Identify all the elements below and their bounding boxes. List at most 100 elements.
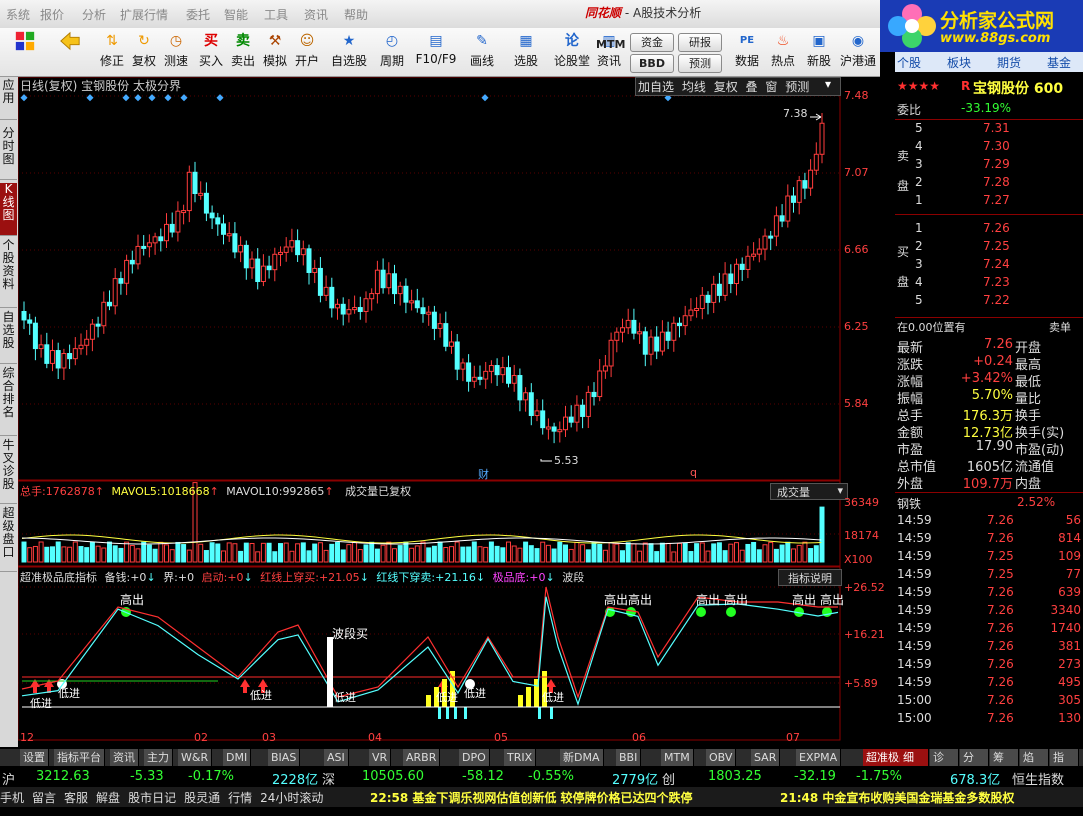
order-book-row[interactable]: 3 7.29: [895, 157, 1083, 175]
restore-right-button[interactable]: ↻ 复权: [128, 30, 160, 74]
menu-item-news[interactable]: 资讯: [304, 6, 328, 23]
overlay-button[interactable]: 叠: [746, 80, 758, 94]
ma-button[interactable]: 均线: [682, 80, 706, 94]
ipo-button[interactable]: ▣ 新股: [804, 30, 834, 74]
indicator-tab[interactable]: ARBR: [403, 749, 441, 766]
ticker-link[interactable]: 行情: [228, 791, 252, 805]
event-diamond-icon[interactable]: [481, 94, 489, 102]
indicator-help-button[interactable]: 指标说明: [778, 569, 842, 586]
indicator-tab[interactable]: BIAS: [268, 749, 301, 766]
order-book-row[interactable]: 2 7.25: [895, 239, 1083, 257]
menu-item-analysis[interactable]: 分析: [82, 6, 106, 23]
event-diamond-icon[interactable]: [148, 94, 156, 102]
event-diamond-icon[interactable]: [86, 94, 94, 102]
finance-marker[interactable]: 财: [478, 466, 489, 482]
order-book-row[interactable]: 4 7.23: [895, 275, 1083, 293]
open-account-button[interactable]: ☺ 开户: [292, 30, 322, 74]
speed-test-button[interactable]: ◷ 测速: [160, 30, 192, 74]
menu-item-smart[interactable]: 智能: [224, 6, 248, 23]
news-headline-2[interactable]: 21:48 中金宣布收购美国金瑞基金多数股权: [780, 789, 1014, 806]
order-book-row[interactable]: 2 7.28: [895, 175, 1083, 193]
mtm-label[interactable]: MTM: [596, 36, 625, 53]
ticker-link[interactable]: 股市日记: [128, 791, 176, 805]
predict-button[interactable]: 预测: [785, 80, 809, 94]
indicator-tab[interactable]: 新DMA: [560, 749, 604, 766]
tab-depth[interactable]: 超级盘口: [0, 507, 17, 572]
ticker-link[interactable]: 24小时滚动: [260, 791, 323, 805]
order-book-row[interactable]: 3 7.24: [895, 257, 1083, 275]
fix-button[interactable]: ⇅ 修正: [96, 30, 128, 74]
menu-item-extended[interactable]: 扩展行情: [120, 6, 168, 23]
tab-diagnose[interactable]: 牛叉诊股: [0, 439, 17, 504]
period-button[interactable]: ◴ 周期: [372, 30, 412, 74]
tab-watchlist[interactable]: 自选股: [0, 311, 17, 364]
event-diamond-icon[interactable]: [180, 94, 188, 102]
ticker-link[interactable]: 解盘: [96, 791, 120, 805]
order-book-row[interactable]: 1 7.27: [895, 193, 1083, 211]
event-marker[interactable]: q: [690, 466, 697, 479]
indicator-tab[interactable]: MTM: [661, 749, 694, 766]
indicator-tab[interactable]: DPO: [459, 749, 490, 766]
simulate-button[interactable]: ⚒ 模拟: [260, 30, 290, 74]
grid-button[interactable]: [10, 30, 40, 74]
ticker-link[interactable]: 客服: [64, 791, 88, 805]
adjust-button[interactable]: 复权: [714, 80, 738, 94]
tab-ranking[interactable]: 综合排名: [0, 367, 17, 436]
ticker-link[interactable]: 手机: [0, 791, 24, 805]
order-book-row[interactable]: 4 7.30: [895, 139, 1083, 157]
kline-chart-area[interactable]: 日线(复权) 宝钢股份 太极分界 加自选 均线 复权 叠 窗 预测 ▾ 7.48…: [17, 76, 895, 747]
quote-tab[interactable]: 分: [960, 749, 989, 766]
menu-item-quote[interactable]: 报价: [40, 6, 64, 23]
tab-kline[interactable]: K线图: [0, 183, 17, 236]
indicator-tab[interactable]: TRIX: [504, 749, 537, 766]
indicator-tab[interactable]: SAR: [751, 749, 781, 766]
quote-tab[interactable]: 诊: [930, 749, 959, 766]
forecast-pill[interactable]: 预测: [678, 54, 722, 73]
quote-tab[interactable]: 焰: [1020, 749, 1049, 766]
sector-row[interactable]: 钢铁 2.52%: [895, 495, 1083, 513]
quote-tab[interactable]: 细: [900, 749, 929, 766]
indicator-tab[interactable]: DMI: [223, 749, 252, 766]
tab-fund[interactable]: 基金: [1047, 54, 1071, 71]
volume-selector[interactable]: 成交量 ▾: [770, 483, 848, 500]
back-button[interactable]: [55, 30, 85, 74]
f10-button[interactable]: ▤ F10/F9: [414, 30, 458, 74]
tab-sector[interactable]: 板块: [947, 54, 971, 71]
tab-apps[interactable]: 应用: [0, 79, 17, 120]
kline-chart-svg[interactable]: [17, 76, 895, 747]
ticker-link[interactable]: 股灵通: [184, 791, 220, 805]
quote-tab[interactable]: 指: [1050, 749, 1079, 766]
add-watch-button[interactable]: 加自选: [638, 80, 674, 94]
hk-connect-button[interactable]: ◉ 沪港通: [838, 30, 878, 74]
chart-menu-arrow-icon[interactable]: ▾: [825, 77, 831, 91]
indicator-tab[interactable]: 主力: [144, 749, 173, 766]
indicator-tab[interactable]: 指标平台: [54, 749, 105, 766]
event-diamond-icon[interactable]: [134, 94, 142, 102]
indicator-tab[interactable]: OBV: [706, 749, 737, 766]
news-headline-1[interactable]: 22:58 基金下调乐视网估值创新低 较停牌价格已达四个跌停: [370, 789, 693, 806]
data-button[interactable]: PE 数据: [732, 30, 762, 74]
forum-button[interactable]: 论 论股堂: [552, 30, 592, 74]
event-diamond-icon[interactable]: [122, 94, 130, 102]
indicator-tab[interactable]: 设置: [20, 749, 49, 766]
indicator-tab[interactable]: 资讯: [110, 749, 139, 766]
event-diamond-icon[interactable]: [20, 94, 28, 102]
funds-pill[interactable]: 资金: [630, 33, 674, 52]
menu-item-help[interactable]: 帮助: [344, 6, 368, 23]
window-button[interactable]: 窗: [765, 80, 777, 94]
event-diamond-icon[interactable]: [164, 94, 172, 102]
menu-item-tools[interactable]: 工具: [264, 6, 288, 23]
tab-stock[interactable]: 个股: [897, 54, 921, 71]
buy-button[interactable]: 买 买入: [196, 30, 226, 74]
tab-futures[interactable]: 期货: [997, 54, 1021, 71]
stock-pick-button[interactable]: ▦ 选股: [508, 30, 544, 74]
tab-intraday[interactable]: 分时图: [0, 127, 17, 180]
tab-profile[interactable]: 个股资料: [0, 239, 17, 308]
indicator-tab[interactable]: BBI: [616, 749, 642, 766]
watchlist-button[interactable]: ★ 自选股: [328, 30, 370, 74]
draw-line-button[interactable]: ✎ 画线: [464, 30, 500, 74]
menu-item-system[interactable]: 系统: [6, 6, 30, 23]
indicator-tab[interactable]: VR: [369, 749, 392, 766]
hot-button[interactable]: ♨ 热点: [768, 30, 798, 74]
ticker-link[interactable]: 留言: [32, 791, 56, 805]
